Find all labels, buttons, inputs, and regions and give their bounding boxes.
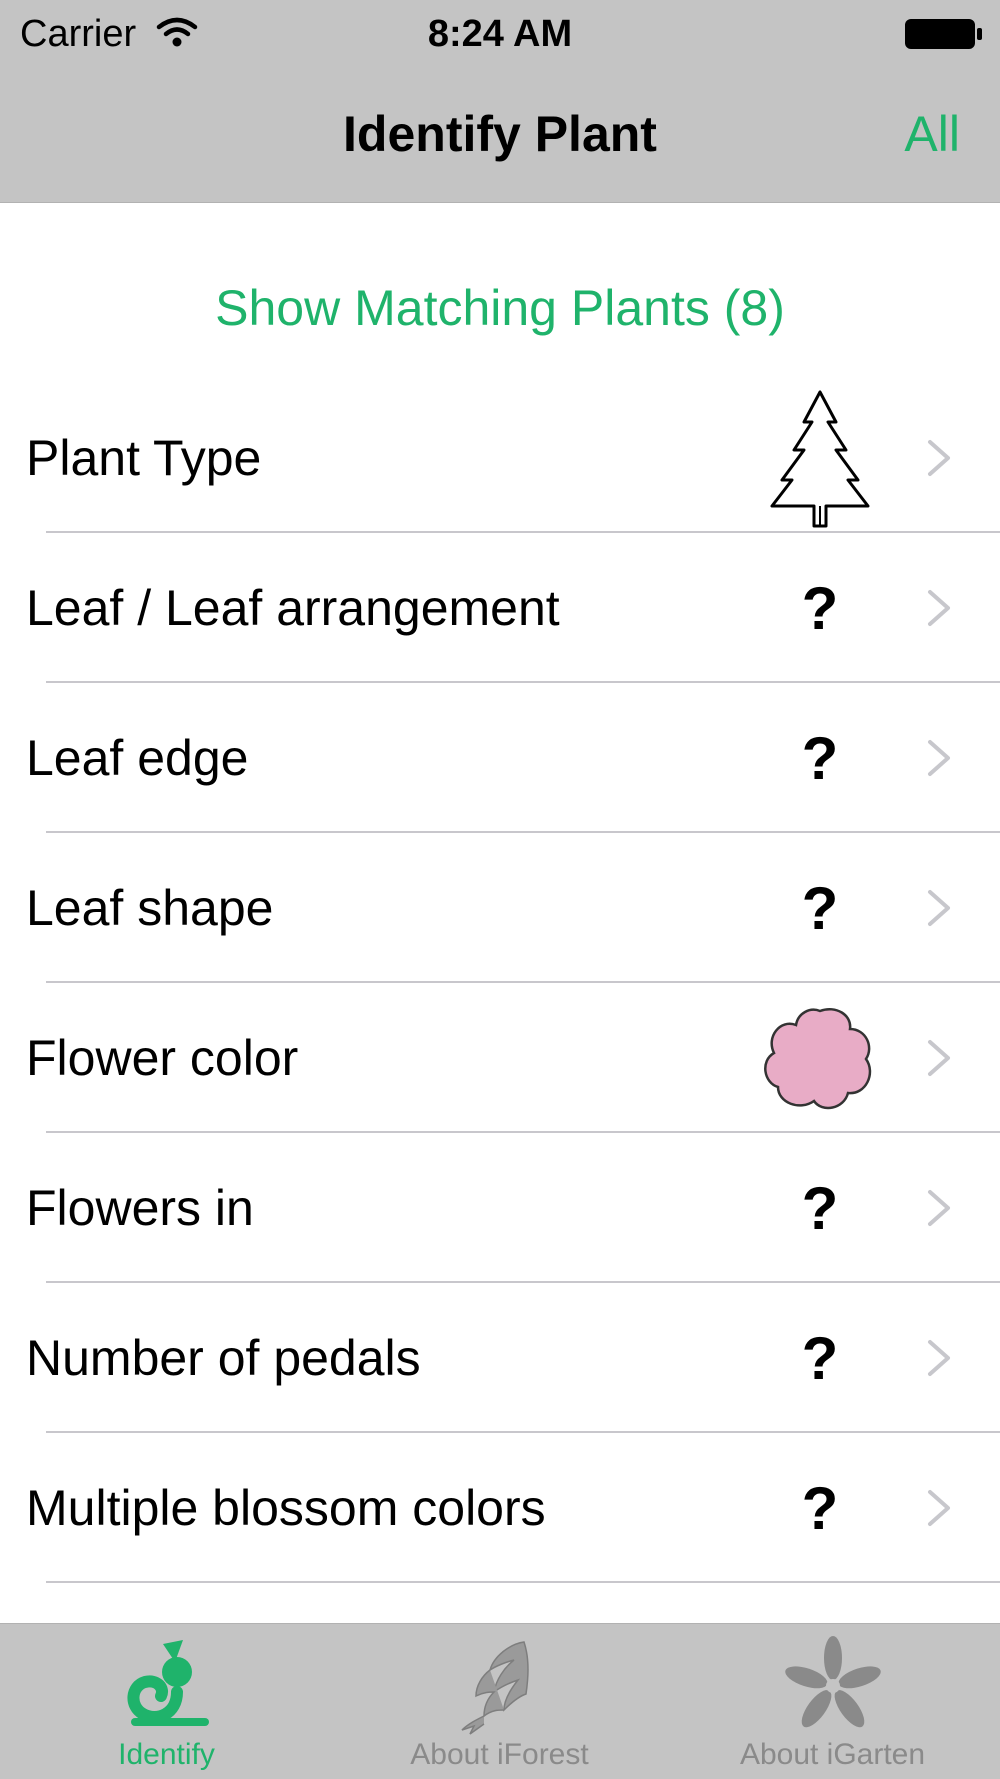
row-leaf-edge[interactable]: Leaf edge ? [0,683,1000,833]
row-label: Leaf / Leaf arrangement [26,580,560,636]
pinecone-icon [460,1641,529,1735]
all-button[interactable]: All [904,102,960,166]
chevron-right-icon [928,590,950,626]
tab-about-igarten[interactable]: About iGarten [666,1624,999,1779]
tab-bar: Identify About iForest About iGarten [0,1623,1000,1779]
row-flower-color[interactable]: Flower color [0,983,1000,1133]
unknown-value: ? [801,1174,839,1242]
status-bar: Carrier 8:24 AM [0,0,1000,68]
row-label: Leaf shape [26,880,274,936]
criteria-list: Show Matching Plants (8) Plant Type Leaf… [0,203,1000,1623]
row-label: Flower color [26,1030,299,1086]
tab-label: About iForest [410,1738,589,1771]
unknown-value: ? [801,1324,839,1392]
row-flowers-in[interactable]: Flowers in ? [0,1133,1000,1283]
chevron-right-icon [928,1340,950,1376]
tab-label: Identify [118,1738,215,1771]
row-label: Number of pedals [26,1330,421,1386]
page-title: Identify Plant [343,106,657,162]
battery-icon [905,19,982,49]
tree-icon [760,383,880,533]
row-plant-type[interactable]: Plant Type [0,383,1000,533]
row-label: Flowers in [26,1180,254,1236]
show-matching-plants-button[interactable]: Show Matching Plants (8) [0,276,1000,340]
flower-icon [784,1636,881,1728]
chevron-right-icon [928,440,950,476]
identify-icon [127,1640,209,1726]
unknown-value: ? [801,1474,839,1542]
navigation-bar: Identify Plant All [0,68,1000,203]
row-separator [46,1581,1000,1583]
unknown-value: ? [801,874,839,942]
chevron-right-icon [928,1190,950,1226]
row-label: Multiple blossom colors [26,1480,546,1536]
tab-label: About iGarten [739,1738,926,1771]
tab-about-iforest[interactable]: About iForest [333,1624,666,1779]
row-label: Plant Type [26,430,262,486]
row-multiple-blossom-colors[interactable]: Multiple blossom colors ? [0,1433,1000,1583]
tab-identify[interactable]: Identify [0,1624,333,1779]
chevron-right-icon [928,1490,950,1526]
pink-flower-icon [760,983,880,1133]
row-label: Leaf edge [26,730,249,786]
unknown-value: ? [801,724,839,792]
unknown-value: ? [801,574,839,642]
chevron-right-icon [928,890,950,926]
row-leaf-arrangement[interactable]: Leaf / Leaf arrangement ? [0,533,1000,683]
row-number-of-pedals[interactable]: Number of pedals ? [0,1283,1000,1433]
row-leaf-shape[interactable]: Leaf shape ? [0,833,1000,983]
status-time: 8:24 AM [427,13,573,55]
chevron-right-icon [928,1040,950,1076]
chevron-right-icon [928,740,950,776]
